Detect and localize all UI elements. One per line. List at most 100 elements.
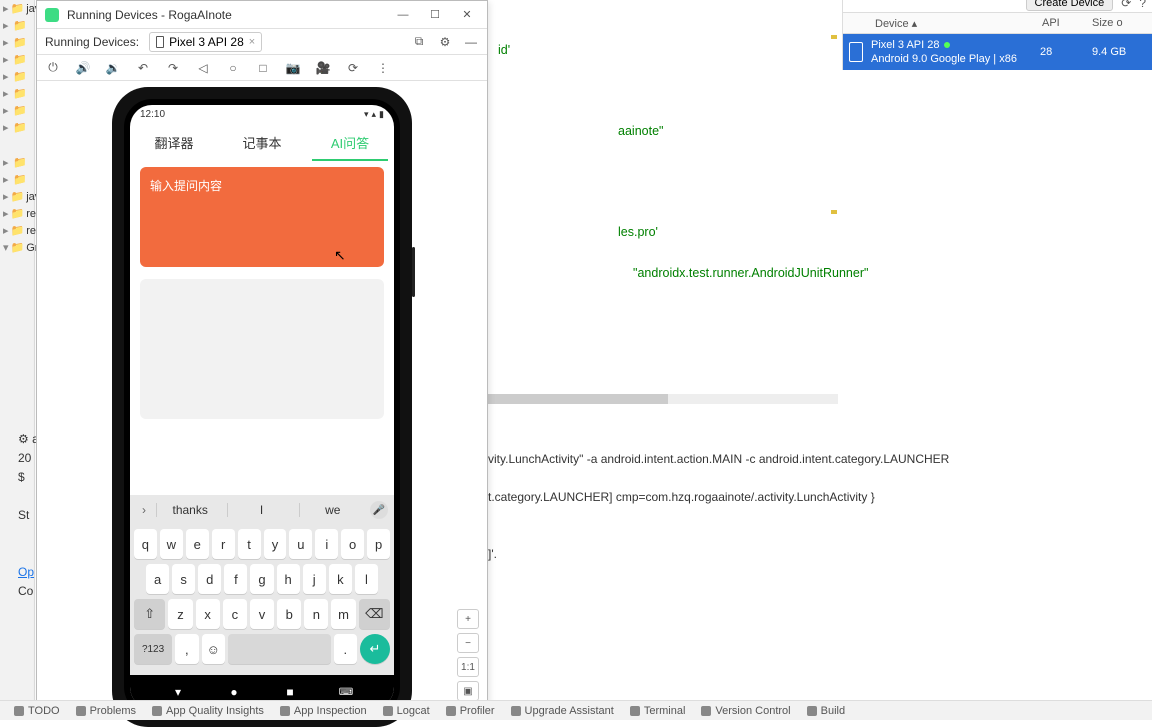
back-icon[interactable]: ◁ — [195, 60, 211, 76]
horizontal-scrollbar[interactable] — [488, 394, 838, 404]
hide-icon[interactable]: — — [463, 34, 479, 50]
problems-tab[interactable]: Problems — [76, 705, 136, 717]
key-m[interactable]: m — [331, 599, 355, 629]
key-symbols[interactable]: ?123 — [134, 634, 172, 664]
key-backspace[interactable]: ⌫ — [359, 599, 390, 629]
key-q[interactable]: q — [134, 529, 157, 559]
key-s[interactable]: s — [172, 564, 195, 594]
zoom-1to1-button[interactable]: 1:1 — [457, 657, 479, 677]
record-icon[interactable]: 🎥 — [315, 60, 331, 76]
window-title: Running Devices - RogaAInote — [67, 8, 383, 22]
key-i[interactable]: i — [315, 529, 338, 559]
logcat-tab[interactable]: Logcat — [383, 705, 430, 717]
upgrade-assistant-tab[interactable]: Upgrade Assistant — [511, 705, 614, 717]
build-tab[interactable]: Build — [807, 705, 845, 717]
key-j[interactable]: j — [303, 564, 326, 594]
tab-ai-qa[interactable]: AI问答 — [306, 125, 394, 160]
phone-screen[interactable]: 12:10 ▾▴▮ 翻译器 记事本 AI问答 输入提问内容 ↖ — [130, 105, 394, 709]
close-button[interactable]: ✕ — [455, 5, 479, 25]
nav-keyboard-icon[interactable]: ⌨ — [338, 684, 354, 700]
key-p[interactable]: p — [367, 529, 390, 559]
app-inspection-tab[interactable]: App Inspection — [280, 705, 367, 717]
more-icon[interactable]: ⋮ — [375, 60, 391, 76]
rotate-right-icon[interactable]: ↷ — [165, 60, 181, 76]
app-quality-tab[interactable]: App Quality Insights — [152, 705, 264, 717]
maximize-button[interactable]: ☐ — [423, 5, 447, 25]
nav-back-icon[interactable]: ▾ — [170, 684, 186, 700]
key-v[interactable]: v — [250, 599, 274, 629]
zoom-out-button[interactable]: − — [457, 633, 479, 653]
volume-up-icon[interactable]: 🔊 — [75, 60, 91, 76]
suggestion[interactable]: thanks — [156, 503, 223, 517]
code-token: aainote" — [618, 124, 663, 138]
key-r[interactable]: r — [212, 529, 235, 559]
key-f[interactable]: f — [224, 564, 247, 594]
col-api-label[interactable]: API — [1042, 17, 1092, 29]
nav-home-icon[interactable]: ● — [226, 684, 242, 700]
col-device-label[interactable]: Device — [875, 18, 909, 30]
key-emoji[interactable]: ☺ — [202, 634, 225, 664]
suggestion[interactable]: I — [227, 503, 294, 517]
rotate-left-icon[interactable]: ↶ — [135, 60, 151, 76]
zoom-in-button[interactable]: + — [457, 609, 479, 629]
key-l[interactable]: l — [355, 564, 378, 594]
gutter-mark — [831, 35, 837, 39]
key-y[interactable]: y — [264, 529, 287, 559]
home-icon[interactable]: ○ — [225, 60, 241, 76]
key-e[interactable]: e — [186, 529, 209, 559]
overview-icon[interactable]: □ — [255, 60, 271, 76]
nav-overview-icon[interactable]: ■ — [282, 684, 298, 700]
device-manager-panel: Create Device ⟳ ? Device ▴ API Size o Pi… — [842, 0, 1152, 70]
terminal-tab[interactable]: Terminal — [630, 705, 686, 717]
reload-icon[interactable]: ⟳ — [345, 60, 361, 76]
key-enter[interactable]: ↵ — [360, 634, 390, 664]
key-u[interactable]: u — [289, 529, 312, 559]
key-t[interactable]: t — [238, 529, 261, 559]
device-row[interactable]: Pixel 3 API 28 Android 9.0 Google Play |… — [843, 34, 1152, 70]
power-icon[interactable]: ⏻ — [45, 60, 61, 76]
tab-notes[interactable]: 记事本 — [218, 125, 306, 160]
input-placeholder: 输入提问内容 — [150, 179, 222, 193]
key-h[interactable]: h — [277, 564, 300, 594]
key-g[interactable]: g — [250, 564, 273, 594]
key-n[interactable]: n — [304, 599, 328, 629]
key-d[interactable]: d — [198, 564, 221, 594]
chevron-right-icon[interactable]: › — [136, 503, 152, 517]
key-o[interactable]: o — [341, 529, 364, 559]
version-control-tab[interactable]: Version Control — [701, 705, 790, 717]
tab-translator[interactable]: 翻译器 — [130, 125, 218, 160]
device-api: 28 — [1040, 46, 1084, 58]
zoom-fit-button[interactable]: ▣ — [457, 681, 479, 701]
help-icon[interactable]: ? — [1139, 0, 1146, 10]
key-space[interactable] — [228, 634, 331, 664]
term-link[interactable]: Op — [18, 565, 34, 579]
screenshot-icon[interactable]: 📷 — [285, 60, 301, 76]
key-a[interactable]: a — [146, 564, 169, 594]
close-tab-icon[interactable]: × — [249, 36, 255, 48]
key-shift[interactable]: ⇧ — [134, 599, 165, 629]
suggestion[interactable]: we — [299, 503, 366, 517]
question-input-box[interactable]: 输入提问内容 ↖ — [140, 167, 384, 267]
gear-icon[interactable]: ⚙ — [437, 34, 453, 50]
key-c[interactable]: c — [223, 599, 247, 629]
phone-frame: 12:10 ▾▴▮ 翻译器 记事本 AI问答 输入提问内容 ↖ — [112, 87, 412, 727]
todo-tab[interactable]: TODO — [14, 705, 60, 717]
key-x[interactable]: x — [196, 599, 220, 629]
key-z[interactable]: z — [168, 599, 192, 629]
key-b[interactable]: b — [277, 599, 301, 629]
key-comma[interactable]: , — [175, 634, 198, 664]
minimize-button[interactable]: — — [391, 5, 415, 25]
create-device-button[interactable]: Create Device — [1026, 0, 1114, 11]
window-titlebar[interactable]: Running Devices - RogaAInote — ☐ ✕ — [37, 1, 487, 29]
device-tab[interactable]: Pixel 3 API 28 × — [149, 32, 262, 52]
refresh-icon[interactable]: ⟳ — [1121, 0, 1131, 10]
key-period[interactable]: . — [334, 634, 357, 664]
col-size-label[interactable]: Size o — [1092, 17, 1152, 29]
profiler-tab[interactable]: Profiler — [446, 705, 495, 717]
volume-down-icon[interactable]: 🔉 — [105, 60, 121, 76]
running-devices-bar: Running Devices: Pixel 3 API 28 × ⧉ ⚙ — — [37, 29, 487, 55]
new-window-icon[interactable]: ⧉ — [411, 34, 427, 50]
mic-icon[interactable]: 🎤 — [370, 501, 388, 519]
key-k[interactable]: k — [329, 564, 352, 594]
key-w[interactable]: w — [160, 529, 183, 559]
